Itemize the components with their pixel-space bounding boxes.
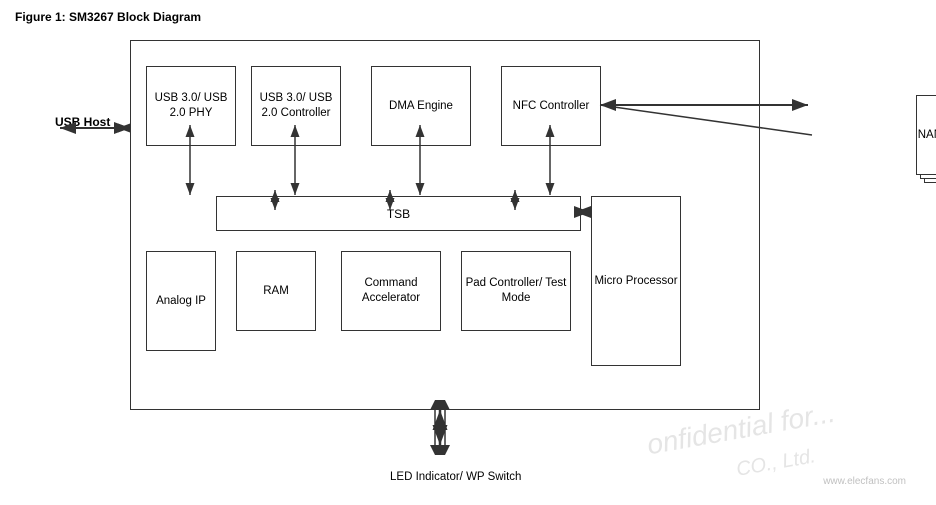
command-accelerator-label: Command Accelerator [342,276,440,306]
usb-controller-box: USB 3.0/ USB 2.0 Controller [251,66,341,146]
nfc-controller-box: NFC Controller [501,66,601,146]
main-chip-box: USB 3.0/ USB 2.0 PHY USB 3.0/ USB 2.0 Co… [130,40,760,410]
usb-phy-label: USB 3.0/ USB 2.0 PHY [147,91,235,121]
nand-flash-label: NAND Flash Chips [918,129,936,141]
pad-controller-box: Pad Controller/ Test Mode [461,251,571,331]
micro-processor-label: Micro Processor [594,274,677,289]
dma-engine-box: DMA Engine [371,66,471,146]
analog-ip-box: Analog IP [146,251,216,351]
usb-controller-label: USB 3.0/ USB 2.0 Controller [252,91,340,121]
figure-title: Figure 1: SM3267 Block Diagram [15,10,921,24]
page: Figure 1: SM3267 Block Diagram USB Host … [0,0,936,505]
tsb-label: TSB [387,207,410,221]
usb-phy-box: USB 3.0/ USB 2.0 PHY [146,66,236,146]
micro-processor-box: Micro Processor [591,196,681,366]
ram-label: RAM [263,284,289,299]
led-indicator-label: LED Indicator/ WP Switch [390,471,521,483]
usb-host-label: USB Host [55,115,110,129]
analog-ip-label: Analog IP [156,294,206,309]
ram-box: RAM [236,251,316,331]
pad-controller-label: Pad Controller/ Test Mode [462,276,570,306]
command-accelerator-box: Command Accelerator [341,251,441,331]
dma-engine-label: DMA Engine [389,99,453,114]
tsb-box: TSB [216,196,581,231]
watermark-line2: CO., Ltd. [735,445,818,482]
nfc-controller-label: NFC Controller [513,99,590,114]
nand-page-front: NAND Flash Chips [916,95,936,175]
website-label: www.elecfans.com [823,476,906,487]
